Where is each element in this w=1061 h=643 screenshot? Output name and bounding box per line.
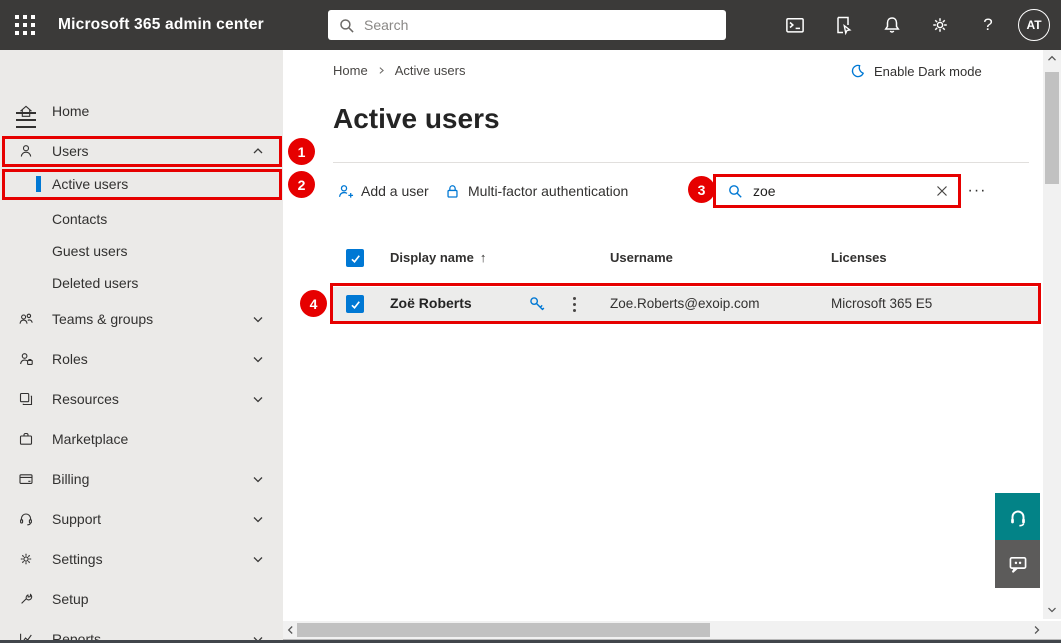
reset-password-key-icon[interactable] bbox=[527, 294, 546, 313]
add-user-icon bbox=[338, 184, 354, 198]
app-title[interactable]: Microsoft 365 admin center bbox=[58, 0, 264, 50]
page-title: Active users bbox=[333, 103, 500, 134]
sidebar-item-active-users[interactable]: Active users bbox=[0, 169, 283, 199]
app-launcher-waffle-icon[interactable] bbox=[13, 13, 37, 37]
more-actions-button[interactable]: ··· bbox=[962, 176, 992, 206]
scroll-right-arrow-icon[interactable] bbox=[1029, 621, 1045, 639]
checkmark-icon bbox=[350, 300, 360, 309]
add-user-button[interactable]: Add a user bbox=[337, 176, 429, 206]
chevron-down-icon[interactable] bbox=[250, 471, 266, 487]
chevron-up-icon[interactable] bbox=[250, 143, 266, 159]
chart-icon bbox=[20, 633, 33, 640]
vertical-scrollbar-thumb[interactable] bbox=[1045, 72, 1059, 184]
horizontal-scrollbar[interactable] bbox=[283, 621, 1045, 639]
scroll-up-arrow-icon[interactable] bbox=[1043, 50, 1061, 68]
moon-icon bbox=[851, 64, 864, 78]
feedback-icon[interactable] bbox=[833, 15, 853, 35]
breadcrumb-chevron-icon bbox=[379, 67, 384, 74]
search-icon bbox=[340, 18, 354, 33]
home-icon bbox=[19, 105, 33, 117]
cloud-shell-icon[interactable] bbox=[785, 15, 805, 35]
breadcrumb-current: Active users bbox=[394, 63, 466, 78]
vertical-scrollbar[interactable] bbox=[1043, 50, 1061, 619]
select-all-checkbox[interactable] bbox=[346, 249, 364, 267]
settings-gear-icon[interactable] bbox=[930, 15, 950, 35]
sort-ascending-arrow: ↑ bbox=[479, 250, 487, 265]
lock-icon bbox=[447, 184, 458, 198]
column-header-username[interactable]: Username bbox=[610, 250, 673, 265]
global-search-input[interactable] bbox=[364, 17, 716, 33]
main-content bbox=[283, 50, 1043, 621]
sidebar-item-home[interactable]: Home bbox=[0, 96, 283, 126]
scroll-down-arrow-icon[interactable] bbox=[1043, 601, 1061, 619]
enable-dark-mode-button[interactable]: Enable Dark mode bbox=[850, 63, 982, 79]
column-header-display-name[interactable]: Display name ↑ bbox=[390, 250, 486, 265]
selected-indicator bbox=[36, 176, 41, 192]
chat-bubble-icon bbox=[1009, 556, 1026, 574]
person-icon bbox=[20, 145, 32, 158]
sidebar-item-setup[interactable]: Setup bbox=[0, 584, 283, 614]
credit-card-icon bbox=[19, 474, 33, 484]
mfa-button[interactable]: Multi-factor authentication bbox=[444, 176, 628, 206]
sidebar-item-roles[interactable]: Roles bbox=[0, 344, 283, 374]
help-icon[interactable]: ? bbox=[978, 15, 998, 35]
chevron-down-icon[interactable] bbox=[250, 351, 266, 367]
chevron-down-icon[interactable] bbox=[250, 511, 266, 527]
gear-icon bbox=[20, 553, 32, 565]
user-list-search-input[interactable] bbox=[753, 183, 934, 199]
sidebar-item-marketplace[interactable]: Marketplace bbox=[0, 424, 283, 454]
feedback-fab-button[interactable] bbox=[995, 540, 1040, 588]
scrollbar-corner bbox=[1045, 621, 1061, 639]
user-display-name[interactable]: Zoë Roberts bbox=[390, 295, 472, 311]
table-row-user[interactable]: Zoë Roberts Zoe.Roberts@exoip.com Micros… bbox=[333, 287, 1038, 321]
sidebar-item-deleted-users[interactable]: Deleted users bbox=[0, 268, 283, 298]
sidebar-item-teams-groups[interactable]: Teams & groups bbox=[0, 304, 283, 334]
row-more-actions-icon[interactable] bbox=[566, 295, 582, 313]
wrench-icon bbox=[21, 593, 33, 604]
notifications-bell-icon[interactable] bbox=[882, 15, 902, 35]
clear-search-close-icon[interactable] bbox=[934, 183, 950, 199]
horizontal-scrollbar-thumb[interactable] bbox=[297, 623, 710, 637]
resources-icon bbox=[19, 392, 33, 406]
help-support-fab-button[interactable] bbox=[995, 493, 1040, 540]
sidebar-item-reports[interactable]: Reports bbox=[0, 624, 283, 643]
headset-icon bbox=[20, 513, 32, 526]
user-table-header: Display name ↑ Username Licenses bbox=[333, 246, 1038, 272]
sidebar-item-support[interactable]: Support bbox=[0, 504, 283, 534]
chevron-down-icon[interactable] bbox=[250, 631, 266, 643]
chevron-down-icon[interactable] bbox=[250, 311, 266, 327]
chevron-down-icon[interactable] bbox=[250, 551, 266, 567]
account-avatar[interactable]: AT bbox=[1018, 9, 1050, 41]
header-divider bbox=[333, 162, 1029, 163]
user-list-search-box[interactable] bbox=[716, 177, 958, 205]
column-header-licenses[interactable]: Licenses bbox=[831, 250, 887, 265]
search-icon bbox=[729, 185, 742, 198]
person-badge-icon bbox=[20, 353, 33, 365]
row-checkbox[interactable] bbox=[346, 295, 364, 313]
sidebar-item-resources[interactable]: Resources bbox=[0, 384, 283, 414]
user-licenses: Microsoft 365 E5 bbox=[831, 296, 933, 311]
breadcrumb: Home Active users bbox=[333, 63, 466, 78]
sidebar-item-guest-users[interactable]: Guest users bbox=[0, 236, 283, 266]
app-topbar: Microsoft 365 admin center ? AT bbox=[0, 0, 1061, 50]
m365-admin-center-window: Microsoft 365 admin center ? AT Home Use… bbox=[0, 0, 1061, 643]
sidebar-item-contacts[interactable]: Contacts bbox=[0, 204, 283, 234]
global-search-box[interactable] bbox=[328, 10, 726, 40]
chevron-down-icon[interactable] bbox=[250, 391, 266, 407]
briefcase-icon bbox=[19, 432, 33, 445]
left-navigation: Home Users Active users Contacts Guest u… bbox=[0, 50, 283, 643]
checkmark-icon bbox=[350, 254, 360, 263]
user-username: Zoe.Roberts@exoip.com bbox=[610, 296, 760, 311]
breadcrumb-home-link[interactable]: Home bbox=[333, 63, 368, 78]
headset-icon bbox=[1009, 510, 1026, 527]
sidebar-item-users[interactable]: Users bbox=[0, 136, 283, 166]
sidebar-item-billing[interactable]: Billing bbox=[0, 464, 283, 494]
sidebar-item-settings[interactable]: Settings bbox=[0, 544, 283, 574]
people-icon bbox=[19, 313, 33, 325]
